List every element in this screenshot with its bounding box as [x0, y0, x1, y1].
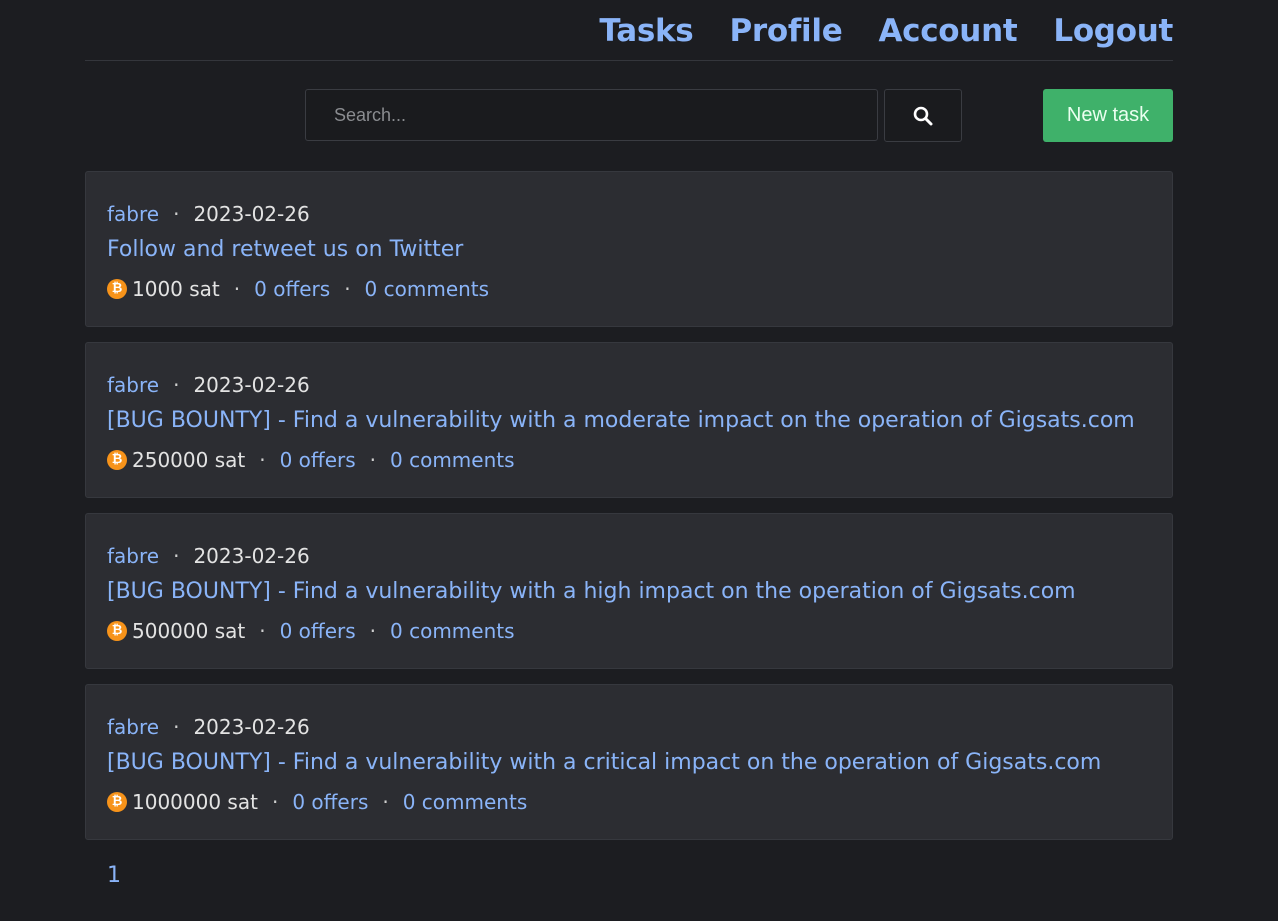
task-title-link[interactable]: Follow and retweet us on Twitter — [107, 237, 463, 262]
task-meta: fabre · 2023-02-26 — [107, 199, 1151, 235]
task-card: fabre · 2023-02-26 Follow and retweet us o… — [85, 171, 1173, 327]
task-date: 2023-02-26 — [193, 202, 310, 226]
task-reward: 1000 sat — [132, 277, 220, 301]
separator-dot: · — [173, 544, 180, 568]
task-offers-link[interactable]: 0 offers — [292, 787, 368, 817]
bitcoin-icon: ₿ — [107, 621, 127, 641]
task-stats: ₿ 500000 sat · 0 offers · 0 comments — [107, 613, 1151, 649]
task-list: fabre · 2023-02-26 Follow and retweet us o… — [85, 171, 1173, 855]
task-author-link[interactable]: fabre — [107, 373, 159, 397]
task-reward: 250000 sat — [132, 448, 246, 472]
task-title-row: [BUG BOUNTY] - Find a vulnerability with… — [107, 748, 1151, 784]
task-title-row: [BUG BOUNTY] - Find a vulnerability with… — [107, 577, 1151, 613]
bitcoin-icon: ₿ — [107, 792, 127, 812]
task-meta: fabre · 2023-02-26 — [107, 712, 1151, 748]
top-nav: Tasks Profile Account Logout — [85, 0, 1173, 61]
task-date: 2023-02-26 — [193, 715, 310, 739]
task-author-link[interactable]: fabre — [107, 544, 159, 568]
page-container: Tasks Profile Account Logout New task fa… — [85, 0, 1173, 888]
separator-dot: · — [344, 277, 351, 301]
separator-dot: · — [259, 619, 266, 643]
task-comments-link[interactable]: 0 comments — [403, 787, 528, 817]
task-comments-link[interactable]: 0 comments — [390, 445, 515, 475]
search-icon — [913, 106, 933, 125]
separator-dot: · — [369, 619, 376, 643]
separator-dot: · — [233, 277, 241, 301]
task-title-row: Follow and retweet us on Twitter — [107, 235, 1151, 271]
task-reward: 1000000 sat — [132, 790, 258, 814]
task-date: 2023-02-26 — [193, 373, 310, 397]
pagination-page-link[interactable]: 1 — [107, 863, 121, 888]
task-author-link[interactable]: fabre — [107, 715, 159, 739]
task-meta: fabre · 2023-02-26 — [107, 370, 1151, 406]
bitcoin-icon: ₿ — [107, 279, 127, 299]
task-comments-link[interactable]: 0 comments — [390, 616, 515, 646]
task-card: fabre · 2023-02-26 [BUG BOUNTY] - Find a v… — [85, 342, 1173, 498]
task-reward: 500000 sat — [132, 619, 246, 643]
nav-tasks-link[interactable]: Tasks — [599, 15, 693, 47]
separator-dot: · — [173, 715, 180, 739]
task-stats: ₿ 1000 sat · 0 offers · 0 comments — [107, 271, 1151, 307]
separator-dot: · — [173, 202, 180, 226]
task-title-link[interactable]: [BUG BOUNTY] - Find a vulnerability with… — [107, 579, 1076, 604]
task-offers-link[interactable]: 0 offers — [280, 445, 356, 475]
separator-dot: · — [271, 790, 279, 814]
task-offers-link[interactable]: 0 offers — [280, 616, 356, 646]
nav-account-link[interactable]: Account — [878, 15, 1017, 47]
task-meta: fabre · 2023-02-26 — [107, 541, 1151, 577]
task-date: 2023-02-26 — [193, 544, 310, 568]
new-task-button[interactable]: New task — [1043, 89, 1173, 142]
task-title-link[interactable]: [BUG BOUNTY] - Find a vulnerability with… — [107, 750, 1101, 775]
bitcoin-icon: ₿ — [107, 450, 127, 470]
task-stats: ₿ 250000 sat · 0 offers · 0 comments — [107, 442, 1151, 478]
task-card: fabre · 2023-02-26 [BUG BOUNTY] - Find a v… — [85, 684, 1173, 840]
separator-dot: · — [369, 448, 376, 472]
search-button[interactable] — [884, 89, 962, 142]
task-card: fabre · 2023-02-26 [BUG BOUNTY] - Find a v… — [85, 513, 1173, 669]
toolbar: New task — [85, 61, 1173, 171]
task-author-link[interactable]: fabre — [107, 202, 159, 226]
search-input[interactable] — [305, 89, 878, 141]
task-comments-link[interactable]: 0 comments — [365, 274, 490, 304]
separator-dot: · — [382, 790, 389, 814]
task-title-link[interactable]: [BUG BOUNTY] - Find a vulnerability with… — [107, 408, 1135, 433]
nav-profile-link[interactable]: Profile — [729, 15, 842, 47]
task-offers-link[interactable]: 0 offers — [254, 274, 330, 304]
task-title-row: [BUG BOUNTY] - Find a vulnerability with… — [107, 406, 1151, 442]
task-stats: ₿ 1000000 sat · 0 offers · 0 comments — [107, 784, 1151, 820]
nav-logout-link[interactable]: Logout — [1053, 15, 1173, 47]
separator-dot: · — [259, 448, 266, 472]
separator-dot: · — [173, 373, 180, 397]
